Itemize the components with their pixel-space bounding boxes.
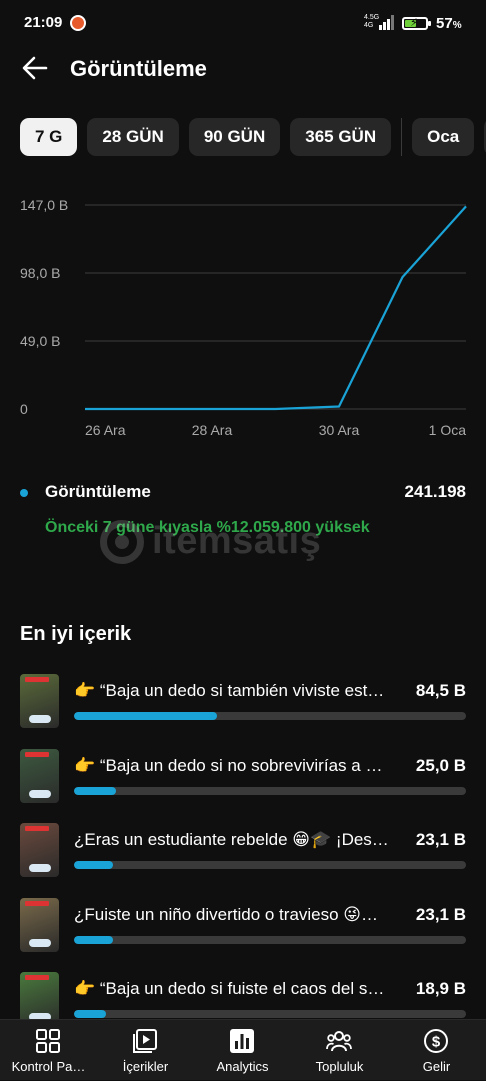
bottom-navigation: Kontrol Pa… İçerikler Analytics Topluluk [0,1019,486,1080]
chart-x-tick-label: 26 Ara [85,422,126,438]
content-item[interactable]: ¿Fuiste un niño divertido o travieso 😜… … [0,896,486,971]
nav-earn-label: Gelir [388,1059,485,1074]
notification-icon [70,15,86,31]
metric-value: 241.198 [405,482,466,502]
content-thumbnail [20,898,59,952]
nav-earn[interactable]: $ Gelir [388,1020,485,1081]
top-content-title: En iyi içerik [20,623,131,646]
metric-label: Görüntüleme [45,482,151,502]
content-item[interactable]: ¿Eras un estudiante rebelde 😁🎓 ¡Des… 23,… [0,821,486,896]
content-share-fill [74,712,217,720]
page-title: Görüntüleme [70,56,207,82]
chart-y-tick-label: 0 [20,401,28,417]
nav-content-label: İçerikler [97,1059,194,1074]
community-icon [326,1028,352,1054]
content-share-fill [74,861,113,869]
content-views: 18,9 B [416,979,466,999]
analytics-icon [229,1028,255,1054]
status-bar: 21:09 4.5G4G ⚡ 57% [0,0,486,40]
dashboard-icon [35,1028,61,1054]
network-subtype: 4G [364,22,373,29]
nav-content[interactable]: İçerikler [97,1020,194,1081]
chip-divider [401,118,402,156]
back-arrow-icon[interactable] [20,53,50,83]
svg-text:$: $ [432,1034,441,1051]
chart-y-tick-label: 98,0 B [20,265,60,281]
content-thumbnail [20,674,59,728]
content-title: ¿Fuiste un niño divertido o travieso 😜… [74,905,392,925]
content-title: 👉 “Baja un dedo si también viviste est… [74,681,392,701]
chip-365-days[interactable]: 365 GÜN [290,118,391,156]
content-views: 23,1 B [416,830,466,850]
battery-icon: ⚡ [402,17,428,30]
content-share-bar [74,936,466,944]
content-item[interactable]: 👉 “Baja un dedo si también viviste est… … [0,672,486,747]
content-views: 23,1 B [416,905,466,925]
nav-analytics-label: Analytics [194,1059,291,1074]
nav-dashboard[interactable]: Kontrol Pa… [0,1020,97,1081]
content-share-fill [74,936,113,944]
earn-icon: $ [423,1028,449,1054]
content-icon [132,1028,158,1054]
chip-january[interactable]: Oca [412,118,474,156]
series-legend-dot [20,489,28,497]
chip-7-days[interactable]: 7 G [20,118,77,156]
app-header: Görüntüleme [0,45,486,93]
chip-90-days[interactable]: 90 GÜN [189,118,280,156]
chart-x-tick-label: 1 Oca [429,422,467,438]
content-share-bar [74,861,466,869]
content-views: 25,0 B [416,756,466,776]
chart-series-line [85,206,466,409]
content-title: 👉 “Baja un dedo si no sobrevivirías a S… [74,756,392,776]
period-chips: 7 G 28 GÜN 90 GÜN 365 GÜN Oca [20,118,486,156]
content-share-bar [74,787,466,795]
chart-x-tick-label: 28 Ara [192,422,233,438]
nav-dashboard-label: Kontrol Pa… [0,1059,97,1074]
chart-y-tick-label: 147,0 B [20,197,68,213]
chip-28-days[interactable]: 28 GÜN [87,118,178,156]
top-content-list: 👉 “Baja un dedo si también viviste est… … [0,672,486,1045]
content-thumbnail [20,749,59,803]
battery-percent-unit: % [453,20,462,31]
battery-percent: 57% [436,15,462,32]
network-type: 4.5G [364,14,379,21]
network-indicator: 4.5G4G [364,14,379,30]
content-share-bar [74,1010,466,1018]
content-thumbnail [20,823,59,877]
metric-comparison: Önceki 7 güne kıyasla %12.059.800 yüksek [45,519,370,537]
nav-analytics[interactable]: Analytics [194,1020,291,1081]
content-share-bar [74,712,466,720]
content-share-fill [74,787,116,795]
signal-icon [379,15,395,30]
content-share-fill [74,1010,106,1018]
nav-community-label: Topluluk [291,1059,388,1074]
content-views: 84,5 B [416,681,466,701]
chart-x-tick-label: 30 Ara [319,422,360,438]
content-thumbnail [20,972,59,1026]
chart-y-tick-label: 49,0 B [20,333,60,349]
nav-community[interactable]: Topluluk [291,1020,388,1081]
battery-percent-value: 57 [436,15,453,32]
content-title: ¿Eras un estudiante rebelde 😁🎓 ¡Des… [74,830,392,850]
views-line-chart: 147,0 B 98,0 B 49,0 B 0 26 Ara 28 Ara 30 Ara 1 … [0,188,486,448]
status-time: 21:09 [24,14,62,31]
content-item[interactable]: 👉 “Baja un dedo si no sobrevivirías a S…… [0,747,486,822]
content-title: 👉 “Baja un dedo si fuiste el caos del s… [74,979,392,999]
